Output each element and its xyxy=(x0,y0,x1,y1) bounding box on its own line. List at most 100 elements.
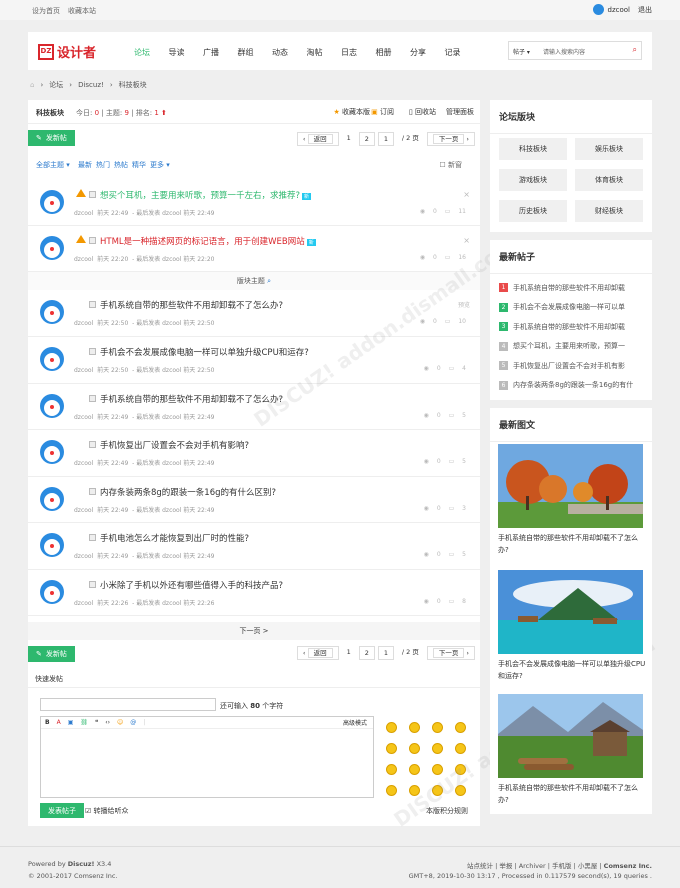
logout-link[interactable]: 退出 xyxy=(638,5,652,15)
sleep-icon[interactable] xyxy=(409,785,420,796)
code-icon[interactable]: ‹› xyxy=(105,719,110,726)
table-row[interactable]: 手机恢复出厂设置会不会对手机有影响? dzcool 前天 22:49 - 最后发表… xyxy=(28,430,480,477)
filter-latest[interactable]: 最新 xyxy=(78,160,92,170)
sync-checkbox[interactable]: ☑ 转播给听众 xyxy=(85,806,129,816)
forum-link-tech[interactable]: 科技板块 xyxy=(499,138,567,160)
smile-icon[interactable] xyxy=(386,722,397,733)
avatar[interactable] xyxy=(40,300,64,324)
new-thread-button[interactable]: ✎ 发新帖 xyxy=(28,646,75,662)
pic-caption[interactable]: 手机系统自带的那些软件不用却卸载不了怎么办? xyxy=(498,782,646,806)
message-editor[interactable]: B A ▣ ⛓ ❝ ‹› ☺ @ | 高级模式 xyxy=(40,716,374,798)
list-item[interactable]: 2 手机会不会发展成像电脑一样可以单 xyxy=(499,298,644,318)
doubt-icon[interactable] xyxy=(455,785,466,796)
mountain-cabin-image[interactable] xyxy=(498,694,643,778)
avatar[interactable] xyxy=(40,440,64,464)
nav-item-feed[interactable]: 动态 xyxy=(272,47,307,58)
table-row[interactable]: 手机会不会发展成像电脑一样可以单独升级CPU和运存? dzcool 前天 22:5… xyxy=(28,337,480,384)
avatar[interactable] xyxy=(40,533,64,557)
page-1[interactable]: 1 xyxy=(341,132,356,146)
fav-forum-link[interactable]: ★ 收藏本版 xyxy=(333,107,370,117)
search-input[interactable]: 请输入搜索内容 xyxy=(543,47,585,56)
advanced-mode-link[interactable]: 高级模式 xyxy=(343,718,373,727)
forum-link-history[interactable]: 历史板块 xyxy=(499,200,567,222)
forum-link-finance[interactable]: 财经板块 xyxy=(575,200,643,222)
site-logo[interactable]: DZ 设计者 xyxy=(38,42,96,61)
footer-links[interactable]: 站点统计 | 举报 | Archiver | 手机版 | 小黑屋 | Comse… xyxy=(467,860,652,870)
nav-item-forum[interactable]: 论坛 xyxy=(134,47,169,58)
next-page-button[interactable]: 下一页 › xyxy=(426,132,475,146)
avatar[interactable] xyxy=(40,394,64,418)
table-row[interactable]: 手机系统自带的那些软件不用却卸载不了怎么办? dzcool 前天 22:50 - … xyxy=(28,290,480,337)
angry-icon[interactable] xyxy=(386,743,397,754)
kiss-icon[interactable] xyxy=(455,764,466,775)
nav-item-blog[interactable]: 日志 xyxy=(341,47,376,58)
recycle-link[interactable]: ▯ 回收站 xyxy=(409,107,436,117)
page-1[interactable]: 1 xyxy=(341,646,356,660)
pic-caption[interactable]: 手机系统自带的那些软件不用却卸载不了怎么办? xyxy=(498,532,646,556)
cool-icon[interactable] xyxy=(455,743,466,754)
table-row[interactable]: 内存条装两条8g的跟装一条16g的有什么区别? dzcool 前天 22:49 -… xyxy=(28,477,480,523)
sad-icon[interactable] xyxy=(409,722,420,733)
thread-title[interactable]: 手机电池怎么才能恢复到出厂时的性能? xyxy=(100,532,249,544)
filter-hot[interactable]: 热门 xyxy=(96,160,110,170)
thread-title[interactable]: 手机恢复出厂设置会不会对手机有影响? xyxy=(100,439,249,451)
avatar[interactable] xyxy=(40,236,64,260)
filter-all[interactable]: 全部主题 ▾ xyxy=(36,160,70,170)
search-box[interactable]: 帖子 ▾ 请输入搜索内容 ⌕ xyxy=(508,41,642,60)
manage-link[interactable]: 管理面板 xyxy=(446,107,474,117)
list-item[interactable]: 6 内存条装两条8g的跟装一条16g的有什 xyxy=(499,376,644,396)
forum-link-ent[interactable]: 娱乐板块 xyxy=(575,138,643,160)
search-icon[interactable]: ⌕ xyxy=(633,45,637,55)
set-home-link[interactable]: 设为首页 xyxy=(32,7,60,15)
page-input[interactable]: 1 xyxy=(377,132,394,146)
submit-post-button[interactable]: 发表帖子 xyxy=(40,803,84,818)
list-item[interactable]: 3 手机系统自带的那些软件不用却卸载 xyxy=(499,317,644,337)
filter-digest[interactable]: 精华 xyxy=(132,160,146,170)
font-color-icon[interactable]: A xyxy=(57,719,61,726)
thread-title[interactable]: 想买个耳机，主要用来听歌，预算一千左右，求推荐? 新 xyxy=(100,189,312,201)
search-type-select[interactable]: 帖子 ▾ xyxy=(513,47,530,56)
attach-icon[interactable]: ⛓ xyxy=(80,719,88,726)
nav-item-share[interactable]: 分享 xyxy=(410,47,445,58)
forum-link-sport[interactable]: 体育板块 xyxy=(575,169,643,191)
username-link[interactable]: dzcool xyxy=(608,6,630,14)
wink-icon[interactable] xyxy=(432,764,443,775)
subject-input[interactable] xyxy=(40,698,216,711)
rules-link[interactable]: 本版积分规则 xyxy=(426,806,468,816)
next-page-bar[interactable]: 下一页 > xyxy=(28,622,480,640)
avatar[interactable] xyxy=(40,347,64,371)
list-item[interactable]: 1 手机系统自带的那些软件不用却卸载 xyxy=(499,278,644,298)
crumb-discuz[interactable]: Discuz! xyxy=(78,81,104,89)
autumn-trees-image[interactable] xyxy=(498,444,643,528)
pic-caption[interactable]: 手机会不会发展成像电脑一样可以单独升级CPU和运存? xyxy=(498,658,646,682)
nav-item-group[interactable]: 群组 xyxy=(238,47,273,58)
page-input[interactable]: 1 xyxy=(377,646,394,660)
avatar[interactable] xyxy=(592,4,604,15)
close-icon[interactable]: × xyxy=(463,190,470,199)
table-row[interactable]: HTML是一种描述网页的标记语言，用于创建WEB网站新 dzcool 前天 22… xyxy=(28,226,480,272)
at-icon[interactable]: @ xyxy=(130,719,136,726)
page-2[interactable]: 2 xyxy=(358,646,375,660)
list-item[interactable]: 5 手机恢复出厂设置会不会对手机有影 xyxy=(499,356,644,376)
preview-link[interactable]: 预览 xyxy=(458,300,470,309)
tongue-icon[interactable] xyxy=(386,764,397,775)
forum-link-game[interactable]: 游戏板块 xyxy=(499,169,567,191)
new-thread-button[interactable]: ✎ 发新帖 xyxy=(28,130,75,146)
list-item[interactable]: 4 想买个耳机，主要用来听歌，预算一 xyxy=(499,337,644,357)
thread-title[interactable]: HTML是一种描述网页的标记语言，用于创建WEB网站新 xyxy=(100,235,316,247)
back-button[interactable]: ‹ 返回 xyxy=(296,132,339,146)
shock-icon[interactable] xyxy=(409,743,420,754)
image-icon[interactable]: ▣ xyxy=(68,719,74,726)
crumb-forum[interactable]: 论坛 xyxy=(49,80,63,90)
thread-title[interactable]: 手机系统自带的那些软件不用却卸载不了怎么办? xyxy=(100,393,283,405)
table-row[interactable]: 想买个耳机，主要用来听歌，预算一千左右，求推荐? 新 dzcool 前天 22:4… xyxy=(28,180,480,226)
nav-item-guide[interactable]: 导读 xyxy=(169,47,204,58)
quote-icon[interactable]: ❝ xyxy=(95,719,98,726)
back-button[interactable]: ‹ 返回 xyxy=(296,646,339,660)
filter-hotpost[interactable]: 热帖 xyxy=(114,160,128,170)
thread-title[interactable]: 手机系统自带的那些软件不用却卸载不了怎么办? xyxy=(100,299,283,311)
grin-icon[interactable] xyxy=(455,722,466,733)
page-2[interactable]: 2 xyxy=(358,132,375,146)
avatar[interactable] xyxy=(40,580,64,604)
nav-item-record[interactable]: 记录 xyxy=(445,47,480,58)
